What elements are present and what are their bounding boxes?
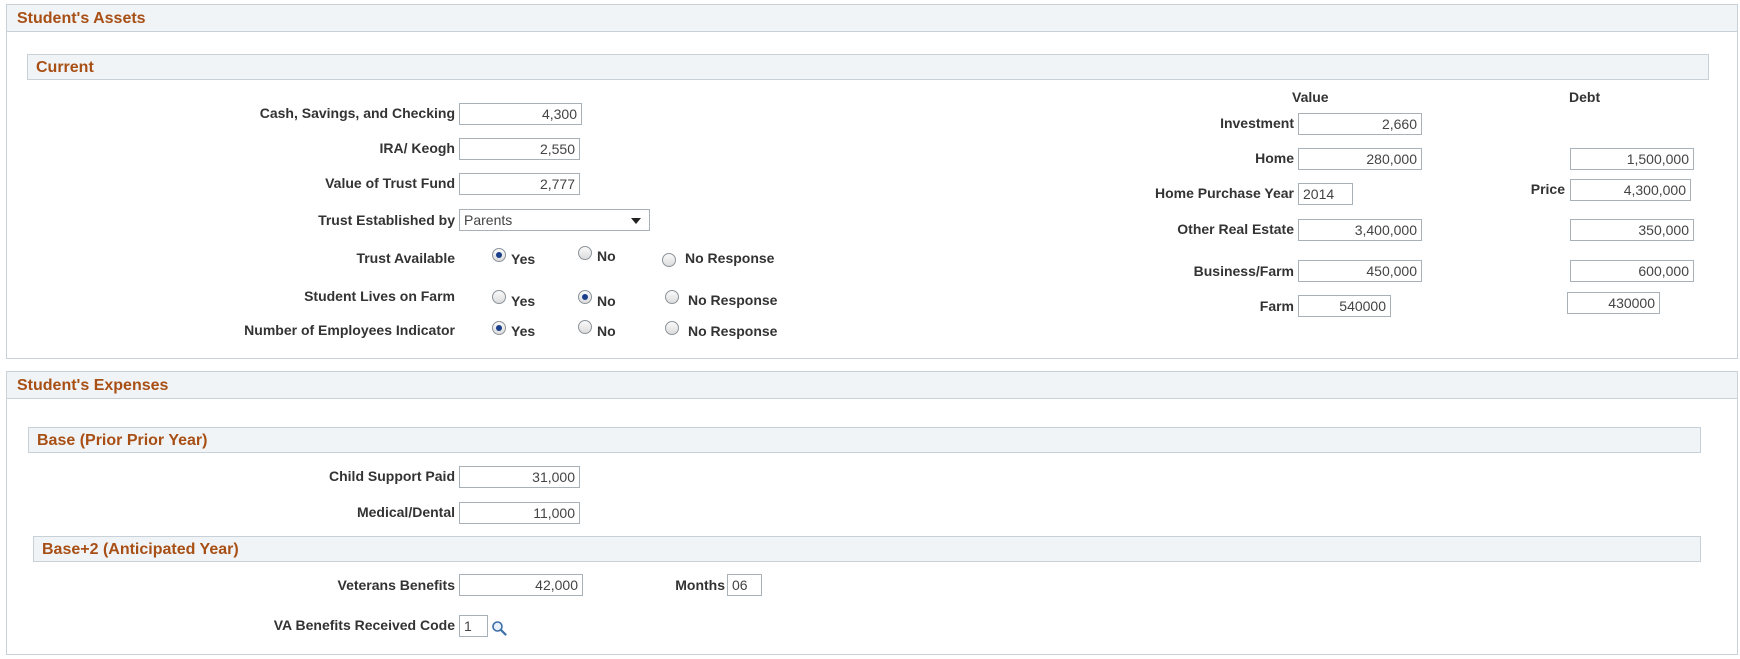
trust-available-no-label: No [597,248,616,264]
price-label: Price [1530,181,1565,197]
price-field[interactable]: 4,300,000 [1570,179,1691,201]
farm-label: Farm [1259,298,1294,314]
investment-label: Investment [1220,115,1294,131]
other-real-estate-label: Other Real Estate [1177,221,1294,237]
current-subheader: Current [27,54,1709,80]
student-expenses-section: Student's Expenses [6,371,1738,655]
business-farm-debt-field[interactable]: 600,000 [1570,260,1694,282]
trust-fund-label: Value of Trust Fund [325,175,455,191]
base2-title: Base+2 (Anticipated Year) [42,541,239,558]
cash-label: Cash, Savings, and Checking [259,105,455,121]
trust-established-select[interactable]: Parents [459,209,650,231]
veterans-label: Veterans Benefits [337,577,456,593]
trust-available-no-response-radio[interactable] [662,253,676,267]
child-support-label: Child Support Paid [329,468,455,484]
other-real-estate-value-field[interactable]: 3,400,000 [1298,219,1422,241]
value-column-header: Value [1292,89,1329,105]
trust-available-no-response-label: No Response [685,250,775,266]
employees-label: Number of Employees Indicator [244,322,455,338]
business-farm-value-field[interactable]: 450,000 [1298,260,1422,282]
trust-available-no-radio[interactable] [578,246,592,260]
student-expenses-title: Student's Expenses [17,377,169,394]
chevron-down-icon [631,218,641,224]
home-debt-field[interactable]: 1,500,000 [1570,148,1694,170]
employees-yes-radio[interactable] [492,321,506,335]
current-title: Current [36,59,94,76]
lives-on-farm-yes-radio[interactable] [492,290,506,304]
employees-yes-label: Yes [511,323,536,339]
employees-no-response-radio[interactable] [665,321,679,335]
cash-field[interactable]: 4,300 [459,103,582,125]
investment-field[interactable]: 2,660 [1298,113,1422,135]
debt-column-header: Debt [1569,89,1601,105]
home-value-field[interactable]: 280,000 [1298,148,1422,170]
ira-field[interactable]: 2,550 [459,138,580,160]
trust-available-yes-radio[interactable] [492,248,506,262]
va-code-label: VA Benefits Received Code [273,617,455,633]
lives-on-farm-no-response-label: No Response [688,292,778,308]
home-label: Home [1255,150,1294,166]
lives-on-farm-no-response-radio[interactable] [665,290,679,304]
medical-label: Medical/Dental [356,504,455,520]
home-purchase-year-field[interactable]: 2014 [1298,183,1353,205]
employees-no-label: No [597,323,616,339]
lives-on-farm-no-radio[interactable] [578,290,592,304]
child-support-field[interactable]: 31,000 [459,466,580,488]
farm-debt-field[interactable]: 430000 [1567,292,1660,314]
employees-no-radio[interactable] [578,320,592,334]
business-farm-label: Business/Farm [1193,263,1294,279]
trust-available-label: Trust Available [356,250,455,266]
ira-label: IRA/ Keogh [379,140,455,156]
search-icon[interactable] [491,620,507,636]
trust-established-value: Parents [464,212,513,228]
lives-on-farm-label: Student Lives on Farm [304,288,455,304]
base-title: Base (Prior Prior Year) [37,432,208,449]
student-expenses-header: Student's Expenses [7,372,1737,399]
base-subheader: Base (Prior Prior Year) [28,427,1701,453]
lives-on-farm-yes-label: Yes [511,293,536,309]
home-purchase-year-label: Home Purchase Year [1154,185,1294,201]
other-real-estate-debt-field[interactable]: 350,000 [1570,219,1694,241]
trust-established-label: Trust Established by [318,212,455,228]
student-assets-header: Student's Assets [7,5,1737,32]
trust-fund-field[interactable]: 2,777 [459,173,580,195]
lives-on-farm-no-label: No [597,293,616,309]
student-assets-title: Student's Assets [17,10,146,27]
medical-field[interactable]: 11,000 [459,502,580,524]
farm-value-field[interactable]: 540000 [1298,295,1391,317]
months-label: Months [675,577,725,593]
va-code-field[interactable]: 1 [459,615,488,637]
trust-available-yes-label: Yes [511,251,536,267]
months-field[interactable]: 06 [727,574,762,596]
veterans-field[interactable]: 42,000 [459,574,583,596]
employees-no-response-label: No Response [688,323,778,339]
base2-subheader: Base+2 (Anticipated Year) [33,536,1701,562]
